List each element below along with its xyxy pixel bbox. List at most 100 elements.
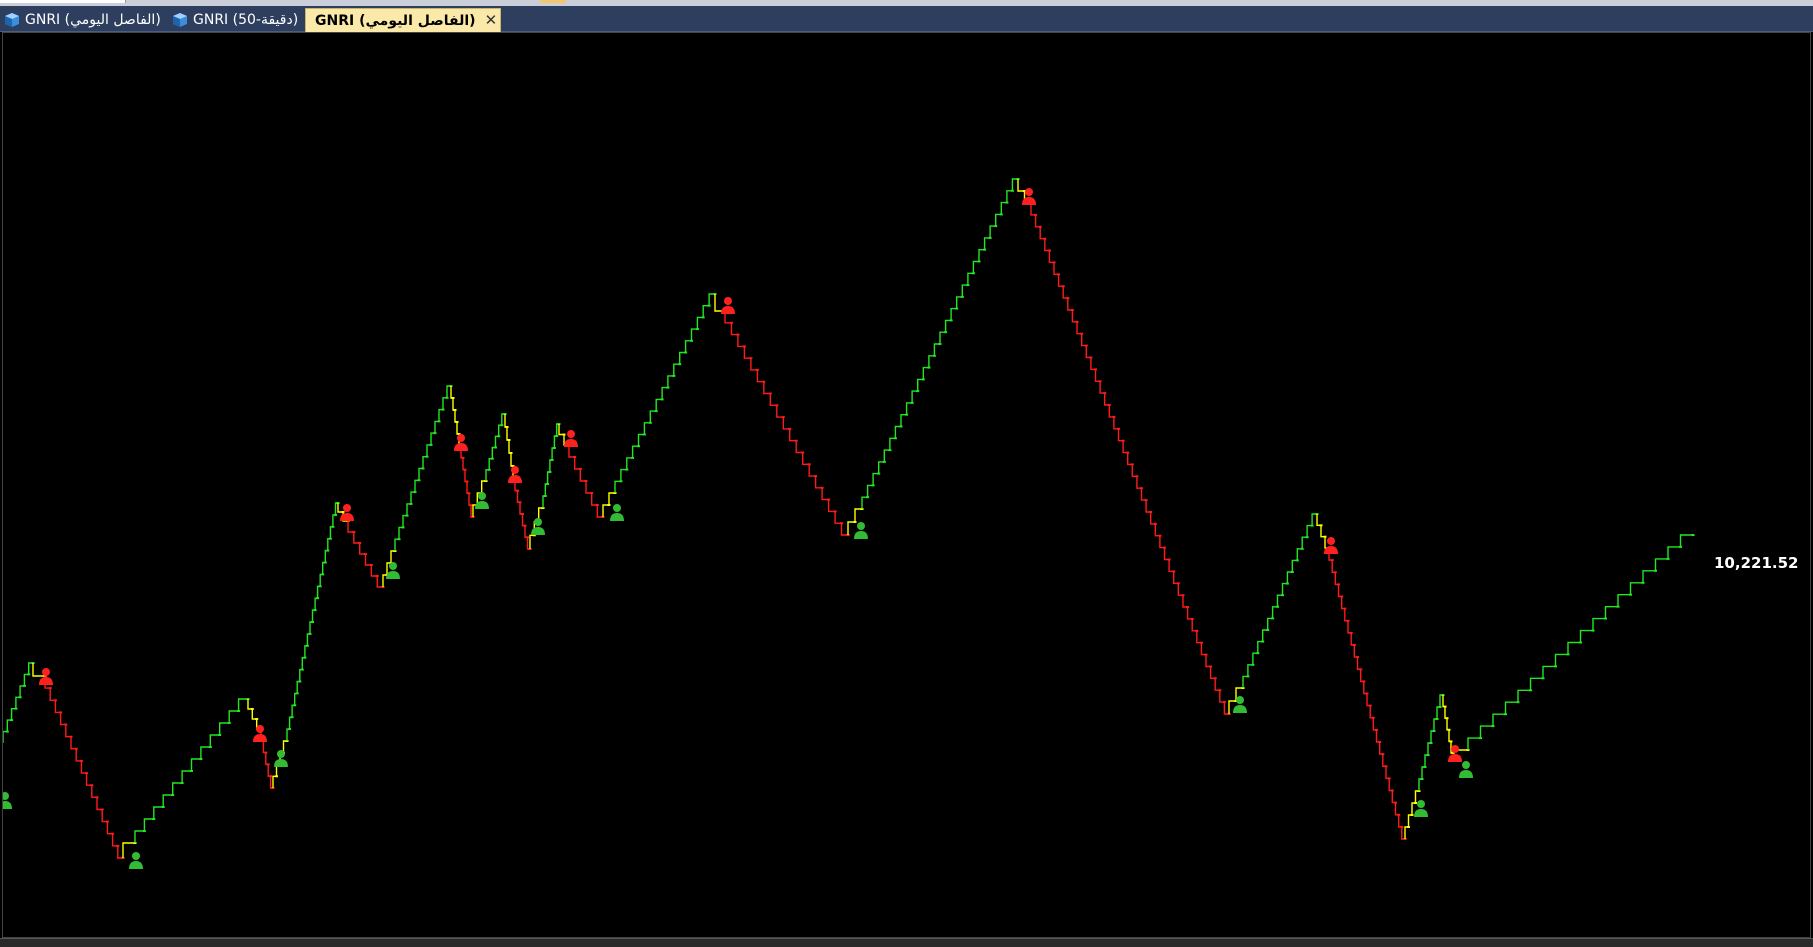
price-step-mark [827,498,831,501]
price-step-mark [607,504,611,506]
price-step-mark [840,522,843,525]
price-step-mark [1654,569,1657,572]
price-step-mark [64,723,68,726]
buy-person-icon[interactable] [129,852,143,869]
buy-person-icon[interactable] [274,750,288,767]
price-step-mark [637,445,640,448]
price-step-mark [1445,717,1449,720]
price-step-mark [425,455,429,458]
price-step-mark [521,513,524,515]
close-icon[interactable]: ✕ [485,13,498,28]
price-step-mark [369,564,373,566]
buy-person-icon[interactable] [3,792,12,809]
price-step-mark [1443,705,1447,708]
price-step-mark [595,504,599,506]
price-step-mark [1591,629,1595,632]
price-step-mark [1010,189,1014,192]
price-step-mark [500,424,504,427]
price-step-mark [1343,607,1347,610]
buy-person-icon[interactable] [610,504,624,521]
sell-person-icon[interactable] [564,430,578,447]
price-step-mark [79,759,83,762]
price-step-mark [1352,644,1356,646]
price-step-mark [794,439,798,442]
price-step-mark [578,468,582,470]
price-step-mark [654,410,658,413]
price-step-mark [1005,201,1009,204]
price-step-mark [1281,594,1284,597]
price-step-mark [487,468,491,471]
tab-gnri-50min[interactable]: GNRI (دقيقة-50) [168,8,306,32]
tab-label: GNRI (دقيقة-50) [193,12,299,28]
price-step-mark [180,782,184,784]
price-step-mark [505,426,509,428]
price-step-mark [1387,777,1391,780]
price-segment-down [44,676,123,859]
price-step-mark [1323,535,1327,538]
last-price-label: 10,221.52 [1714,554,1799,572]
price-step-mark [507,439,511,441]
price-step-mark [1554,665,1557,668]
price-step-mark [1479,737,1482,740]
chart-panel[interactable]: 10,221.52 [2,32,1811,938]
sell-person-icon[interactable] [508,466,522,483]
price-step-mark [749,357,753,360]
price-step-mark [111,832,115,835]
chart-cube-icon [173,13,187,27]
price-segment-up [1242,513,1317,688]
sell-person-icon[interactable] [721,297,735,314]
price-step-mark [1057,273,1061,276]
price-step-mark [161,806,165,808]
price-step-mark [467,492,471,495]
price-step-mark [1043,237,1047,240]
price-step-mark [445,396,449,399]
buy-person-icon[interactable] [531,518,545,535]
price-step-mark [1144,499,1148,502]
buy-person-icon[interactable] [1233,696,1247,713]
price-step-mark [1432,730,1436,732]
tab-gnri-daily-active[interactable]: GNRI (الفاصل اليومي) ✕ [305,8,501,32]
price-step-mark [1333,571,1337,574]
tab-label: GNRI (الفاصل اليومي) [315,12,476,29]
sell-person-icon[interactable] [1324,537,1338,554]
price-step-mark [1271,617,1275,620]
tab-gnri-daily-1[interactable]: GNRI (الفاصل اليومي) [0,8,169,32]
price-step-mark [453,409,457,411]
chart-tab-bar: GNRI (الفاصل اليومي) GNRI (دقيقة-50) GNR… [0,6,1813,32]
price-step-mark [584,480,588,482]
price-step-mark [1616,605,1620,608]
price-step-mark [983,248,987,251]
price-step-mark [590,492,594,494]
price-step-mark [1256,652,1260,655]
price-step-mark [1209,665,1213,668]
price-step-mark [171,794,175,796]
price-step-mark [321,573,325,576]
price-step-mark [1103,392,1107,395]
price-step-mark [562,433,566,436]
price-chart[interactable] [3,33,1810,937]
buy-person-icon[interactable] [854,522,868,539]
sell-person-icon[interactable] [253,725,267,742]
price-step-mark [14,707,18,710]
price-step-mark [1356,656,1359,659]
sell-person-icon[interactable] [454,434,468,451]
price-step-mark [1047,249,1051,252]
price-step-mark [48,687,52,690]
price-step-mark [1140,487,1143,490]
price-step-mark [893,437,897,440]
price-step-mark [1149,511,1153,513]
buy-person-icon[interactable] [1459,761,1473,778]
price-step-mark [927,366,931,369]
price-step-mark [74,747,78,750]
sell-person-icon[interactable] [1448,745,1462,762]
buy-person-icon[interactable] [386,562,400,579]
price-step-mark [469,504,473,507]
price-step-mark [548,471,552,473]
price-step-mark [833,510,837,513]
price-step-mark [218,734,222,736]
price-step-mark [311,621,314,623]
price-step-mark [1061,285,1065,288]
price-step-mark [736,333,740,336]
price-step-mark [555,435,559,437]
price-step-mark [1337,583,1340,586]
